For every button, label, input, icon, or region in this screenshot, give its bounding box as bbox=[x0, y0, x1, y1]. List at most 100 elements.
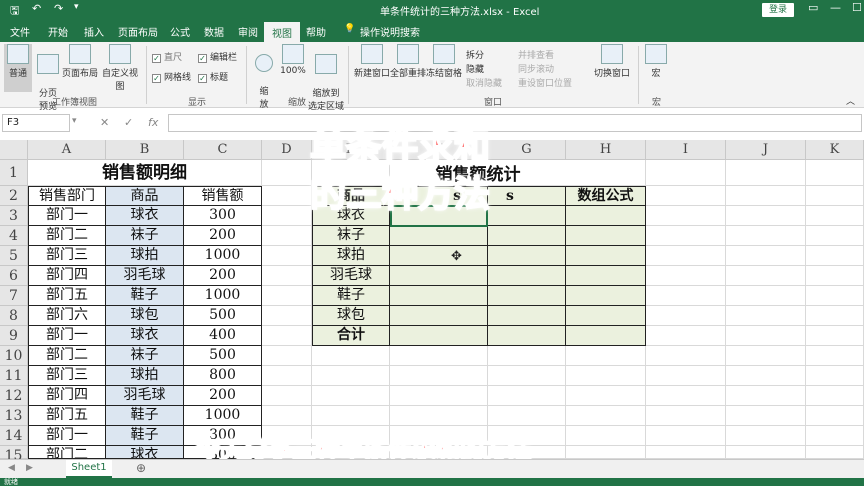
freeze-panes-button[interactable]: 冻结窗格 bbox=[426, 44, 462, 92]
empty-cell[interactable] bbox=[726, 266, 806, 286]
empty-cell[interactable] bbox=[312, 406, 390, 426]
empty-cell[interactable] bbox=[646, 226, 726, 246]
left-table-cell[interactable]: 400 bbox=[184, 326, 262, 346]
tab-help[interactable]: 帮助 bbox=[306, 24, 326, 39]
empty-cell[interactable] bbox=[646, 266, 726, 286]
left-table-cell[interactable]: 鞋子 bbox=[106, 286, 184, 306]
tab-insert[interactable]: 插入 bbox=[84, 24, 104, 39]
empty-cell[interactable] bbox=[646, 160, 726, 186]
add-sheet-icon[interactable]: ⊕ bbox=[136, 461, 146, 475]
empty-cell[interactable] bbox=[488, 406, 566, 426]
zoom-button[interactable]: 缩 放 bbox=[252, 44, 276, 110]
empty-cell[interactable] bbox=[390, 386, 488, 406]
empty-cell[interactable] bbox=[726, 386, 806, 406]
row-header[interactable]: 14 bbox=[0, 426, 28, 446]
column-header-h[interactable]: H bbox=[566, 140, 646, 160]
right-table-item[interactable]: 球包 bbox=[312, 306, 390, 326]
view-side-by-side-button[interactable]: 并排查看 bbox=[518, 48, 554, 61]
right-header-method-2[interactable]: s bbox=[488, 186, 566, 206]
zoom-to-selection-button[interactable]: 缩放到 选定区域 bbox=[308, 44, 344, 112]
empty-cell[interactable] bbox=[262, 306, 312, 326]
switch-windows-button[interactable]: 切换窗口 bbox=[592, 44, 632, 92]
empty-cell[interactable] bbox=[262, 186, 312, 206]
right-table-cell[interactable] bbox=[488, 206, 566, 226]
empty-cell[interactable] bbox=[726, 446, 806, 459]
name-box-dropdown-icon[interactable]: ▾ bbox=[72, 116, 77, 126]
empty-cell[interactable] bbox=[806, 206, 864, 226]
next-sheet-icon[interactable]: ▶ bbox=[26, 463, 33, 473]
left-table-cell[interactable]: 部门五 bbox=[28, 286, 106, 306]
empty-cell[interactable] bbox=[646, 346, 726, 366]
select-all-button[interactable] bbox=[0, 140, 28, 160]
empty-cell[interactable] bbox=[646, 426, 726, 446]
left-table-cell[interactable]: 部门四 bbox=[28, 266, 106, 286]
empty-cell[interactable] bbox=[806, 406, 864, 426]
empty-cell[interactable] bbox=[806, 186, 864, 206]
tab-review[interactable]: 审阅 bbox=[238, 24, 258, 39]
empty-cell[interactable] bbox=[806, 446, 864, 459]
tab-page-layout[interactable]: 页面布局 bbox=[118, 24, 158, 39]
collapse-ribbon-icon[interactable]: ︿ bbox=[846, 94, 855, 107]
row-header[interactable]: 2 bbox=[0, 186, 28, 206]
empty-cell[interactable] bbox=[806, 386, 864, 406]
right-table-cell[interactable] bbox=[566, 326, 646, 346]
row-header[interactable]: 12 bbox=[0, 386, 28, 406]
empty-cell[interactable] bbox=[806, 366, 864, 386]
custom-views-button[interactable]: 自定义视图 bbox=[100, 44, 140, 92]
zoom-100-button[interactable]: 100% bbox=[280, 44, 306, 92]
empty-cell[interactable] bbox=[806, 160, 864, 186]
column-header-k[interactable]: K bbox=[806, 140, 864, 160]
empty-cell[interactable] bbox=[646, 306, 726, 326]
right-table-cell[interactable] bbox=[488, 286, 566, 306]
empty-cell[interactable] bbox=[646, 406, 726, 426]
login-button[interactable]: 登录 bbox=[762, 3, 794, 17]
tab-formulas[interactable]: 公式 bbox=[170, 24, 190, 39]
column-header-a[interactable]: A bbox=[28, 140, 106, 160]
column-header-g[interactable]: G bbox=[488, 140, 566, 160]
left-table-cell[interactable]: 袜子 bbox=[106, 226, 184, 246]
empty-cell[interactable] bbox=[806, 306, 864, 326]
redo-icon[interactable]: ↷ bbox=[54, 2, 63, 15]
empty-cell[interactable] bbox=[646, 446, 726, 459]
empty-cell[interactable] bbox=[806, 226, 864, 246]
left-table-cell[interactable]: 1000 bbox=[184, 246, 262, 266]
left-table-cell[interactable]: 袜子 bbox=[106, 346, 184, 366]
empty-cell[interactable] bbox=[646, 326, 726, 346]
row-header[interactable]: 9 bbox=[0, 326, 28, 346]
empty-cell[interactable] bbox=[646, 206, 726, 226]
column-header-d[interactable]: D bbox=[262, 140, 312, 160]
save-icon[interactable]: 🖫 bbox=[10, 2, 19, 21]
right-table-cell[interactable] bbox=[566, 286, 646, 306]
left-table-cell[interactable]: 500 bbox=[184, 306, 262, 326]
macros-button[interactable]: 宏 bbox=[644, 44, 668, 92]
empty-cell[interactable] bbox=[726, 406, 806, 426]
empty-cell[interactable] bbox=[566, 386, 646, 406]
right-table-cell[interactable] bbox=[390, 326, 488, 346]
left-table-cell[interactable]: 1000 bbox=[184, 286, 262, 306]
undo-icon[interactable]: ↶ bbox=[32, 2, 41, 15]
left-table-cell[interactable]: 鞋子 bbox=[106, 406, 184, 426]
hide-button[interactable]: 隐藏 bbox=[466, 62, 484, 75]
empty-cell[interactable] bbox=[262, 406, 312, 426]
row-header[interactable]: 7 bbox=[0, 286, 28, 306]
tab-file[interactable]: 文件 bbox=[10, 24, 30, 39]
left-table-cell[interactable]: 部门六 bbox=[28, 306, 106, 326]
left-header-product[interactable]: 商品 bbox=[106, 186, 184, 206]
column-header-b[interactable]: B bbox=[106, 140, 184, 160]
left-table-cell[interactable]: 鞋子 bbox=[106, 426, 184, 446]
left-table-cell[interactable]: 300 bbox=[184, 206, 262, 226]
empty-cell[interactable] bbox=[726, 160, 806, 186]
maximize-icon[interactable]: ☐ bbox=[852, 1, 862, 14]
left-header-dept[interactable]: 销售部门 bbox=[28, 186, 106, 206]
row-header[interactable]: 4 bbox=[0, 226, 28, 246]
tell-me-search[interactable]: 操作说明搜索 bbox=[360, 24, 420, 39]
empty-cell[interactable] bbox=[262, 246, 312, 266]
name-box[interactable]: F3 bbox=[2, 114, 70, 132]
right-table-cell[interactable] bbox=[488, 306, 566, 326]
empty-cell[interactable] bbox=[726, 286, 806, 306]
empty-cell[interactable] bbox=[726, 206, 806, 226]
empty-cell[interactable] bbox=[262, 286, 312, 306]
row-header[interactable]: 6 bbox=[0, 266, 28, 286]
left-table-cell[interactable]: 部门三 bbox=[28, 366, 106, 386]
empty-cell[interactable] bbox=[806, 326, 864, 346]
